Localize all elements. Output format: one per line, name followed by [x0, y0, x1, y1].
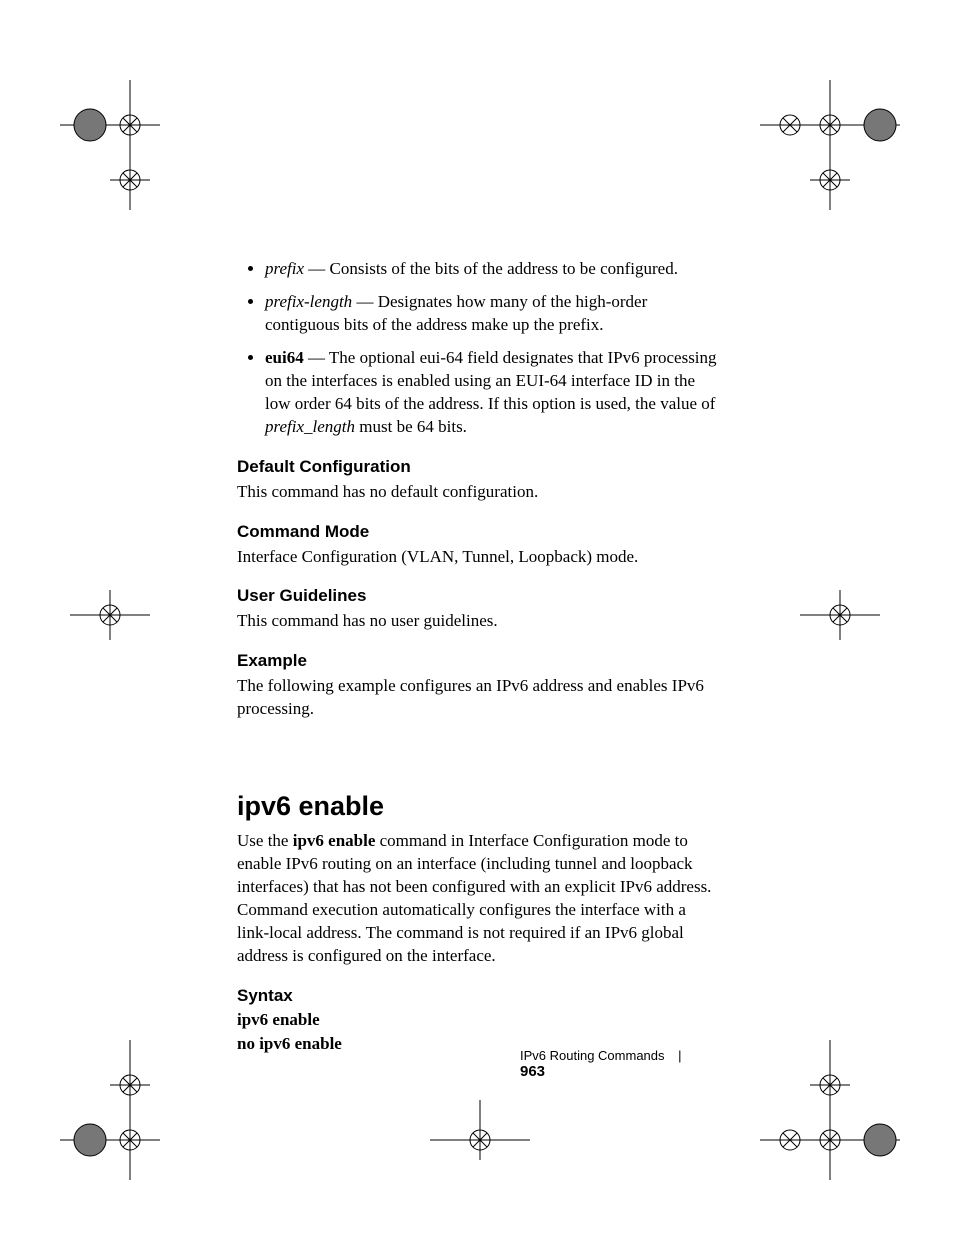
- crop-mark-icon: [760, 1040, 900, 1180]
- param-term: prefix: [265, 259, 304, 278]
- example-heading: Example: [237, 651, 717, 671]
- syntax-heading: Syntax: [237, 986, 717, 1006]
- crop-mark-icon: [60, 1040, 160, 1180]
- crop-mark-icon: [430, 1100, 530, 1160]
- list-item: prefix-length — Designates how many of t…: [265, 291, 717, 337]
- list-item: prefix — Consists of the bits of the add…: [265, 258, 717, 281]
- default-config-heading: Default Configuration: [237, 457, 717, 477]
- param-desc: — Consists of the bits of the address to…: [304, 259, 678, 278]
- page-content: prefix — Consists of the bits of the add…: [237, 258, 717, 1058]
- example-body: The following example configures an IPv6…: [237, 675, 717, 721]
- footer-separator: |: [678, 1048, 681, 1063]
- param-term: prefix-length: [265, 292, 352, 311]
- syntax-line: ipv6 enable: [237, 1010, 717, 1030]
- intro-pre: Use the: [237, 831, 293, 850]
- command-mode-body: Interface Configuration (VLAN, Tunnel, L…: [237, 546, 717, 569]
- crop-mark-icon: [760, 80, 900, 210]
- param-term: eui64: [265, 348, 304, 367]
- command-mode-heading: Command Mode: [237, 522, 717, 542]
- intro-bold: ipv6 enable: [293, 831, 376, 850]
- list-item: eui64 — The optional eui-64 field design…: [265, 347, 717, 439]
- param-desc-italic: prefix_length: [265, 417, 355, 436]
- intro-post: command in Interface Configuration mode …: [237, 831, 711, 965]
- param-desc-pre: — The optional eui-64 field designates t…: [265, 348, 717, 413]
- command-title: ipv6 enable: [237, 791, 717, 822]
- command-intro: Use the ipv6 enable command in Interface…: [237, 830, 717, 968]
- page-number: 963: [520, 1063, 545, 1080]
- default-config-body: This command has no default configuratio…: [237, 481, 717, 504]
- crop-mark-icon: [60, 80, 160, 210]
- user-guidelines-heading: User Guidelines: [237, 586, 717, 606]
- param-desc-post: must be 64 bits.: [355, 417, 467, 436]
- user-guidelines-body: This command has no user guidelines.: [237, 610, 717, 633]
- parameter-list: prefix — Consists of the bits of the add…: [237, 258, 717, 439]
- crop-mark-icon: [800, 590, 880, 640]
- crop-mark-icon: [70, 590, 150, 640]
- page-footer: IPv6 Routing Commands | 963: [520, 1048, 720, 1080]
- footer-section: IPv6 Routing Commands: [520, 1048, 665, 1063]
